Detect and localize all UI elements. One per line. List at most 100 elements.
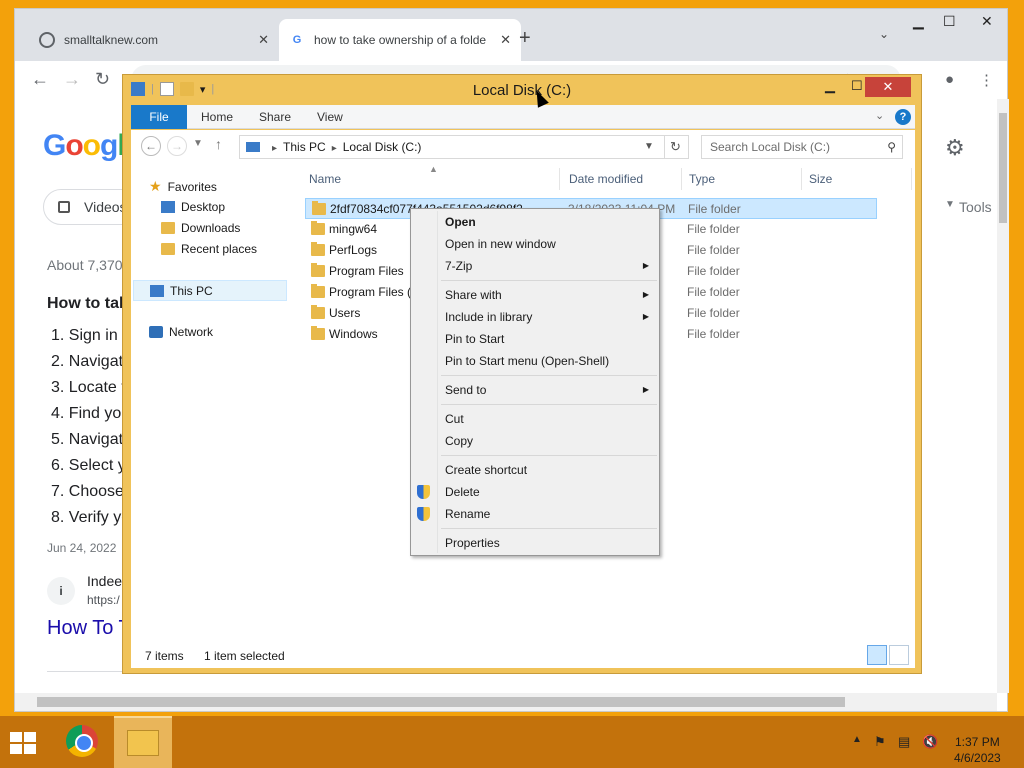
close-button[interactable]: ✕ <box>865 77 911 97</box>
nav-this-pc[interactable]: This PC <box>133 280 287 301</box>
source-name[interactable]: Indee <box>87 573 122 589</box>
close-tab-icon[interactable]: ✕ <box>500 32 511 48</box>
refresh-icon[interactable]: ↻ <box>664 136 681 158</box>
expand-ribbon-icon[interactable]: ⌄ <box>875 109 884 122</box>
menu-open-new-window[interactable]: Open in new window <box>411 233 659 255</box>
uac-shield-icon <box>417 507 430 521</box>
file-type: File folder <box>687 243 740 257</box>
menu-send-to[interactable]: Send to ▶ <box>411 379 659 401</box>
maximize-icon[interactable]: ☐ <box>943 13 956 30</box>
column-date-modified[interactable]: Date modified <box>569 172 643 186</box>
menu-7zip[interactable]: 7-Zip ▶ <box>411 255 659 277</box>
minimize-icon[interactable]: ▁ <box>913 13 924 30</box>
horizontal-scrollbar[interactable] <box>15 693 997 711</box>
profile-icon[interactable]: ● <box>945 71 954 88</box>
breadcrumb-this-pc[interactable]: This PC <box>283 140 326 154</box>
recent-places-icon <box>161 243 175 255</box>
folder-icon <box>311 263 325 277</box>
back-icon[interactable]: ← <box>31 69 49 90</box>
menu-pin-to-start-menu[interactable]: Pin to Start menu (Open-Shell) <box>411 350 659 372</box>
explorer-title-bar[interactable]: | ▾ | Local Disk (C:) ▁ ☐ ✕ <box>123 75 921 103</box>
context-menu: Open Open in new window 7-Zip ▶ Share wi… <box>410 208 660 556</box>
maximize-icon[interactable]: ☐ <box>851 78 863 94</box>
star-icon: ★ <box>149 178 162 194</box>
scroll-thumb[interactable] <box>999 113 1007 223</box>
reload-icon[interactable]: ↻ <box>95 69 110 90</box>
menu-open[interactable]: Open <box>411 211 659 233</box>
navigation-pane: ★ Favorites Desktop Downloads Recent pla… <box>131 164 299 642</box>
menu-create-shortcut[interactable]: Create shortcut <box>411 459 659 481</box>
step-item: 3. Locate t <box>51 379 126 396</box>
nav-favorites[interactable]: ★ Favorites <box>149 178 217 195</box>
vertical-scrollbar[interactable] <box>997 99 1009 693</box>
settings-gear-icon[interactable]: ⚙ <box>945 135 965 161</box>
submenu-arrow-icon: ▶ <box>642 312 649 321</box>
up-icon[interactable]: ↑ <box>215 136 222 152</box>
browser-tab-1[interactable]: smalltalknew.com ✕ <box>29 19 279 61</box>
menu-icon[interactable]: ⋮ <box>979 71 994 89</box>
nav-recent-places[interactable]: Recent places <box>161 242 257 256</box>
address-bar[interactable]: ▸ This PC ▸ Local Disk (C:) ▼ ↻ <box>239 135 689 159</box>
address-dropdown-icon[interactable]: ▼ <box>644 136 654 158</box>
forward-icon[interactable]: → <box>63 69 81 90</box>
menu-cut[interactable]: Cut <box>411 408 659 430</box>
system-clock[interactable]: 1:37 PM 4/6/2023 <box>954 734 1001 766</box>
tab-file[interactable]: File <box>131 105 187 129</box>
snippet-date: Jun 24, 2022 <box>47 541 117 555</box>
breadcrumb-local-disk[interactable]: Local Disk (C:) <box>343 140 422 154</box>
file-type: File folder <box>687 222 740 236</box>
result-title-link[interactable]: How To T <box>47 617 131 640</box>
new-tab-icon[interactable]: + <box>519 27 531 50</box>
taskbar-chrome[interactable] <box>52 716 110 768</box>
folder-icon <box>311 284 325 298</box>
action-center-flag-icon[interactable]: ⚑ <box>874 734 886 750</box>
tools-button[interactable]: Tools <box>959 199 992 215</box>
menu-pin-to-start[interactable]: Pin to Start <box>411 328 659 350</box>
browser-tab-2[interactable]: G how to take ownership of a folde ✕ <box>279 19 521 61</box>
menu-rename[interactable]: Rename <box>411 503 659 525</box>
close-icon[interactable]: ✕ <box>981 13 993 30</box>
menu-properties[interactable]: Properties <box>411 532 659 554</box>
file-name: Program Files (x <box>329 285 418 299</box>
search-box[interactable]: Search Local Disk (C:) ⚲ <box>701 135 903 159</box>
folder-icon <box>311 305 325 319</box>
taskbar-file-explorer[interactable] <box>114 716 172 768</box>
start-button[interactable] <box>10 732 38 754</box>
google-logo[interactable]: Googl <box>43 129 126 163</box>
recent-locations-icon[interactable]: ▼ <box>193 138 203 149</box>
volume-muted-icon[interactable]: 🔇 <box>922 734 938 750</box>
selection-count: 1 item selected <box>204 649 285 663</box>
tab-view[interactable]: View <box>317 105 343 129</box>
tab-share[interactable]: Share <box>259 105 291 129</box>
nav-desktop[interactable]: Desktop <box>161 200 225 214</box>
source-favicon-icon: i <box>47 577 75 605</box>
nav-downloads[interactable]: Downloads <box>161 221 240 235</box>
status-bar: 7 items 1 item selected <box>131 642 915 668</box>
help-icon[interactable]: ? <box>895 109 911 125</box>
downloads-icon <box>161 222 175 234</box>
tab-home[interactable]: Home <box>201 105 233 129</box>
scroll-thumb[interactable] <box>37 697 845 707</box>
large-icons-view-icon[interactable] <box>889 645 909 665</box>
column-size[interactable]: Size <box>809 172 832 186</box>
forward-icon[interactable]: → <box>167 136 187 156</box>
back-icon[interactable]: ← <box>141 136 161 156</box>
column-name[interactable]: Name <box>309 172 341 186</box>
tab-search-icon[interactable]: ⌄ <box>879 27 889 41</box>
menu-copy[interactable]: Copy <box>411 430 659 452</box>
minimize-icon[interactable]: ▁ <box>825 78 835 94</box>
close-tab-icon[interactable]: ✕ <box>258 32 269 48</box>
menu-delete[interactable]: Delete <box>411 481 659 503</box>
column-type[interactable]: Type <box>689 172 715 186</box>
source-url[interactable]: https:/ <box>87 593 120 607</box>
menu-include-in-library[interactable]: Include in library ▶ <box>411 306 659 328</box>
show-hidden-icons-icon[interactable]: ▲ <box>852 734 862 745</box>
submenu-arrow-icon: ▶ <box>642 385 649 394</box>
network-status-icon[interactable]: ▤ <box>898 734 910 750</box>
step-item: 8. Verify yo <box>51 509 131 526</box>
details-view-icon[interactable] <box>867 645 887 665</box>
snippet-steps: 1. Sign in t 2. Navigat 3. Locate t 4. F… <box>51 327 130 535</box>
nav-network[interactable]: Network <box>149 325 213 339</box>
menu-share-with[interactable]: Share with ▶ <box>411 284 659 306</box>
tab-title: how to take ownership of a folde <box>314 33 487 47</box>
